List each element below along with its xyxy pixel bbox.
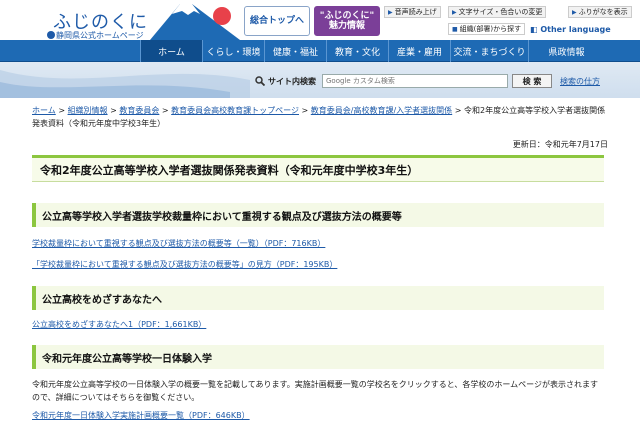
breadcrumb-admission[interactable]: 教育委員会/高校教育課/入学者選抜関係 xyxy=(311,106,452,115)
site-header: ふじのくに 静岡県公式ホームページ 総合トップへ "ふじのくに" 魅力情報 ▶ 音… xyxy=(0,0,640,98)
section-heading-trial-day: 令和元年度公立高等学校一日体験入学 xyxy=(32,345,604,369)
arrow-right-icon: ▶ xyxy=(388,8,393,16)
org-search-button[interactable]: ■ 組織(部署)から探す xyxy=(448,23,526,35)
updated-date: 更新日：令和元年7月17日 xyxy=(512,140,608,149)
link-discretionary-guide-pdf[interactable]: 「学校裁量枠において重視する観点及び選抜方法の概要等」の見方（PDF：195KB… xyxy=(32,259,337,270)
org-search-icon: ■ xyxy=(452,25,458,33)
section-heading-public-hs: 公立高校をめざすあなたへ xyxy=(32,286,604,310)
breadcrumb-board[interactable]: 教育委員会 xyxy=(119,106,159,115)
breadcrumb-separator: > xyxy=(161,106,172,115)
search-input[interactable] xyxy=(322,74,508,88)
breadcrumb-org[interactable]: 組織別情報 xyxy=(68,106,108,115)
link-public-hs-pdf[interactable]: 公立高校をめざすあなたへ1（PDF：1,661KB） xyxy=(32,319,206,330)
page-title: 令和2年度公立高等学校入学者選抜関係発表資料（令和元年度中学校3年生） xyxy=(32,155,604,182)
nav-item-community[interactable]: 交流・まちづくり xyxy=(450,40,528,62)
nav-item-government[interactable]: 県政情報 xyxy=(528,40,604,62)
fujinokuni-appeal-label: "ふじのくに" 魅力情報 xyxy=(319,10,375,31)
nav-item-industry[interactable]: 産業・雇用 xyxy=(388,40,450,62)
fujinokuni-appeal-button[interactable]: "ふじのくに" 魅力情報 xyxy=(314,6,380,36)
search-button[interactable]: 検 索 xyxy=(512,74,552,88)
breadcrumb-separator: > xyxy=(454,106,464,115)
nav-item-living[interactable]: くらし・環境 xyxy=(202,40,264,62)
nav-item-education[interactable]: 教育・文化 xyxy=(326,40,388,62)
nav-item-health[interactable]: 健康・福祉 xyxy=(264,40,326,62)
arrow-right-icon: ▶ xyxy=(452,8,457,16)
search-help-link[interactable]: 検索の仕方 xyxy=(560,76,600,87)
text-size-color-button[interactable]: ▶ 文字サイズ・色合いの変更 xyxy=(448,6,547,18)
org-search-label: 組織(部署)から探す xyxy=(459,25,522,33)
prefecture-mark-icon xyxy=(47,31,55,39)
link-discretionary-list-pdf[interactable]: 学校裁量枠において重視する観点及び選抜方法の概要等（一覧）（PDF：716KB） xyxy=(32,238,325,249)
link-trial-day-pdf[interactable]: 令和元年度一日体験入学実施計画概要一覧（PDF：646KB） xyxy=(32,410,250,421)
other-language-label: Other language xyxy=(540,25,611,34)
search-icon xyxy=(255,76,265,86)
voice-readout-label: 音声読み上げ xyxy=(394,8,437,16)
trial-day-description: 令和元年度公立高等学校の一日体験入学の概要一覧を記載してあります。実施計画概要一… xyxy=(32,380,598,402)
breadcrumb-separator: > xyxy=(301,106,311,115)
mount-fuji-icon xyxy=(150,4,240,40)
breadcrumb: ホーム > 組織別情報 > 教育委員会 > 教育委員会高校教育課トップページ >… xyxy=(32,104,607,130)
global-nav: ホーム くらし・環境 健康・福祉 教育・文化 産業・雇用 交流・まちづくり 県政… xyxy=(0,40,640,62)
voice-readout-button[interactable]: ▶ 音声読み上げ xyxy=(384,6,441,18)
furigana-button[interactable]: ▶ ふりがなを表示 xyxy=(568,6,632,18)
text-size-color-label: 文字サイズ・色合いの変更 xyxy=(458,8,543,16)
site-logo[interactable]: ふじのくに 静岡県公式ホームページ xyxy=(0,0,150,44)
other-language-link[interactable]: ◧ Other language xyxy=(530,25,611,34)
search-label: サイト内検索 xyxy=(268,77,316,86)
breadcrumb-hs-top[interactable]: 教育委員会高校教育課トップページ xyxy=(171,106,299,115)
nav-item-home[interactable]: ホーム xyxy=(140,40,202,62)
breadcrumb-home[interactable]: ホーム xyxy=(32,106,56,115)
section-heading-discretionary: 公立高等学校入学者選抜学校裁量枠において重視する観点及び選抜方法の概要等 xyxy=(32,203,604,227)
arrow-right-icon: ▶ xyxy=(572,8,577,16)
furigana-label: ふりがなを表示 xyxy=(578,8,628,16)
breadcrumb-separator: > xyxy=(58,106,68,115)
top-page-button[interactable]: 総合トップへ xyxy=(244,6,310,36)
breadcrumb-separator: > xyxy=(110,106,120,115)
globe-icon: ◧ xyxy=(530,25,538,34)
